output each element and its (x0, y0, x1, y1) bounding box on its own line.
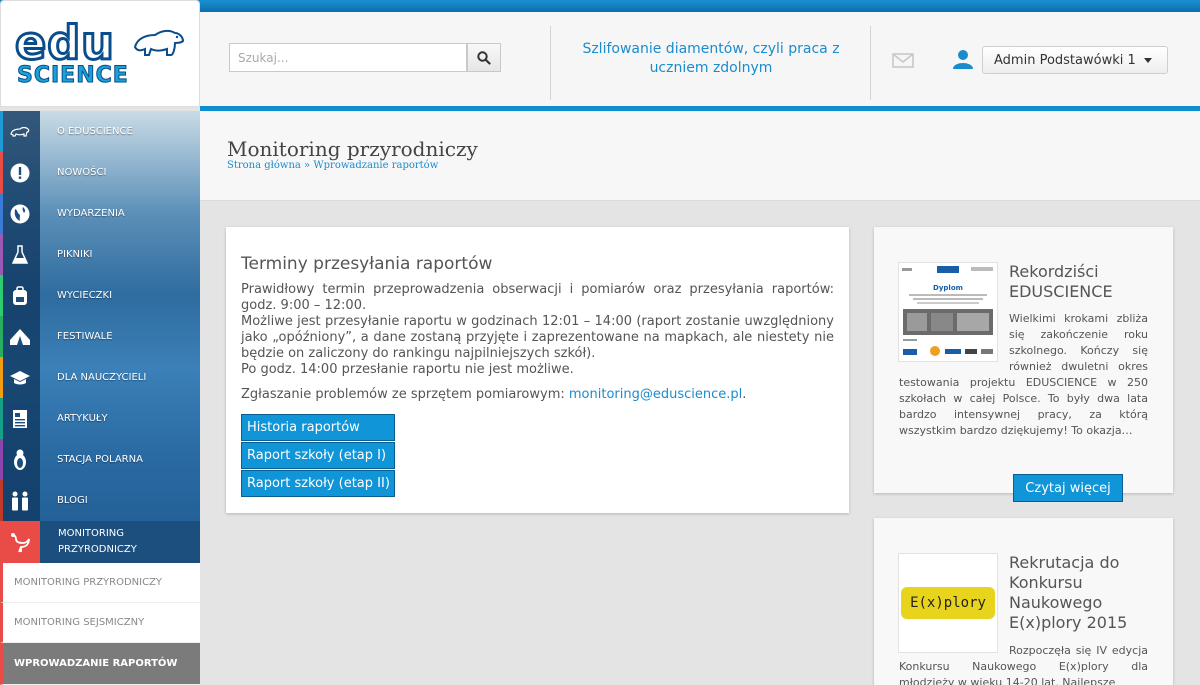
mail-icon[interactable] (892, 53, 914, 68)
sidebar-item-label: ARTYKUŁY (57, 413, 108, 424)
penguin-icon (0, 439, 40, 480)
headline-link[interactable]: Szlifowanie diamentów, czyli praca z ucz… (570, 40, 852, 78)
sidebar-item-label: O EDUSCIENCE (57, 126, 133, 137)
flask-icon (0, 234, 40, 275)
news-title[interactable]: Rekrutacja do Konkursu Naukowego E(x)plo… (1009, 553, 1159, 633)
read-more-button[interactable]: Czytaj więcej (1013, 474, 1123, 502)
sidebar-color-bar (0, 316, 3, 357)
diploma-title: Dyplom (933, 284, 963, 292)
submenu-wprowadzanie-raportow[interactable]: WPROWADZANIE RAPORTÓW (0, 643, 200, 685)
report-deadlines-card: Terminy przesyłania raportów Prawidłowy … (226, 227, 849, 513)
exclamation-icon (0, 152, 40, 193)
search-input[interactable] (229, 43, 467, 72)
site-logo[interactable]: edu SCIENCE (0, 0, 200, 107)
school-report-stage1-button[interactable]: Raport szkoły (etap I) (241, 442, 395, 469)
report-history-button[interactable]: Historia raportów (241, 414, 395, 441)
problems-suffix: . (742, 387, 747, 402)
sidebar-item-label: WYCIECZKI (57, 290, 113, 301)
breadcrumb[interactable]: Strona główna » Wprowadzanie raportów (227, 160, 438, 171)
sidebar-item-label: STACJA POLARNA (57, 454, 143, 465)
sidebar-item-monitoring-przyrodniczy[interactable]: MONITORING PRZYRODNICZY (0, 521, 200, 563)
sidebar-item-stacja-polarna[interactable]: STACJA POLARNA (0, 439, 200, 480)
user-menu-dropdown[interactable]: Admin Podstawówki 1 (982, 46, 1168, 74)
user-name: Admin Podstawówki 1 (994, 52, 1136, 68)
caret-down-icon (1143, 57, 1152, 63)
tent-icon (0, 316, 40, 357)
sidebar-item-label: PIKNIKI (57, 249, 93, 260)
sidebar-item-blogi[interactable]: BLOGI (0, 480, 200, 521)
sidebar-color-bar (0, 234, 3, 275)
email-link[interactable]: monitoring@eduscience.pl (569, 387, 742, 402)
problems-line: Zgłaszanie problemów ze sprzętem pomiaro… (241, 387, 746, 402)
polar-bear-icon (133, 29, 185, 56)
sidebar-item-dla-nauczycieli[interactable]: DLA NAUCZYCIELI (0, 357, 200, 398)
header-separator (550, 26, 551, 100)
bird-icon (0, 521, 40, 563)
news-card: E(x)plory Rekrutacja do Konkursu Naukowe… (874, 518, 1173, 685)
sidebar-item-pikniki[interactable]: PIKNIKI (0, 234, 200, 275)
sidebar-color-bar (0, 357, 3, 398)
sidebar-item-label: DLA NAUCZYCIELI (57, 372, 147, 383)
sidebar-item-festiwale[interactable]: FESTIWALE (0, 316, 200, 357)
sidebar-color-bar (0, 111, 3, 152)
sidebar-item-label: WYDARZENIA (57, 208, 125, 219)
logo-text-edu: edu (14, 16, 116, 70)
newspaper-icon (0, 398, 40, 439)
sidebar-item-label: BLOGI (57, 495, 88, 506)
sidebar-color-bar (0, 398, 3, 439)
card-paragraph: Prawidłowy termin przeprowadzenia obserw… (241, 282, 834, 313)
app-window: edu SCIENCE Szlifowanie diamentów, czyli… (0, 0, 1200, 685)
sidebar-item-nowosci[interactable]: NOWOŚCI (0, 152, 200, 193)
header-separator (870, 26, 871, 100)
search-icon (477, 50, 491, 65)
sidebar-color-bar (0, 152, 3, 193)
people-icon (0, 480, 40, 521)
card-body: Prawidłowy termin przeprowadzenia obserw… (241, 282, 834, 378)
sidebar-color-bar (0, 193, 3, 234)
card-paragraph: Możliwe jest przesyłanie raportu w godzi… (241, 314, 834, 361)
sidebar-item-label: FESTIWALE (57, 331, 113, 342)
backpack-icon (0, 275, 40, 316)
news-excerpt: Rozpoczęła się IV edycja Konkursu Naukow… (899, 643, 1148, 685)
sidebar-item-wydarzenia[interactable]: WYDARZENIA (0, 193, 200, 234)
sidebar-item-label: NOWOŚCI (57, 167, 107, 178)
globe-icon (0, 193, 40, 234)
sidebar-item-artykuly[interactable]: ARTYKUŁY (0, 398, 200, 439)
graduation-cap-icon (0, 357, 40, 398)
submenu-monitoring-przyrodniczy[interactable]: MONITORING PRZYRODNICZY (0, 563, 200, 603)
school-report-stage2-button[interactable]: Raport szkoły (etap II) (241, 470, 395, 497)
search-bar (229, 43, 501, 72)
sidebar-color-bar (0, 480, 3, 521)
submenu-monitoring-sejsmiczny[interactable]: MONITORING SEJSMICZNY (0, 603, 200, 643)
bear-icon (0, 111, 40, 152)
news-card: Dyplom Rekordziści EDUSCIENCE Wielkimi k… (874, 227, 1173, 493)
sidebar-item-wycieczki[interactable]: WYCIECZKI (0, 275, 200, 316)
card-paragraph: Po godz. 14:00 przesłanie raportu nie je… (241, 362, 574, 377)
text-wrap-spacer (899, 311, 1009, 371)
page-title: Monitoring przyrodniczy (227, 137, 478, 161)
explory-logo: E(x)plory (901, 587, 995, 619)
text-wrap-spacer (899, 643, 1009, 659)
sidebar-item-o-eduscience[interactable]: O EDUSCIENCE (0, 111, 200, 152)
sidebar-color-bar (0, 275, 3, 316)
sidebar-item-label: MONITORING PRZYRODNICZY (58, 528, 137, 555)
logo-text-science: SCIENCE (17, 63, 129, 89)
search-button[interactable] (467, 43, 501, 72)
sidebar-color-bar (0, 439, 3, 480)
problems-text: Zgłaszanie problemów ze sprzętem pomiaro… (241, 387, 569, 402)
user-icon (953, 50, 973, 69)
news-thumbnail[interactable]: E(x)plory (898, 553, 998, 653)
card-title: Terminy przesyłania raportów (241, 254, 493, 274)
news-excerpt: Wielkimi krokami zbliża się zakończenie … (899, 311, 1148, 439)
news-title[interactable]: Rekordziści EDUSCIENCE (1009, 262, 1159, 302)
